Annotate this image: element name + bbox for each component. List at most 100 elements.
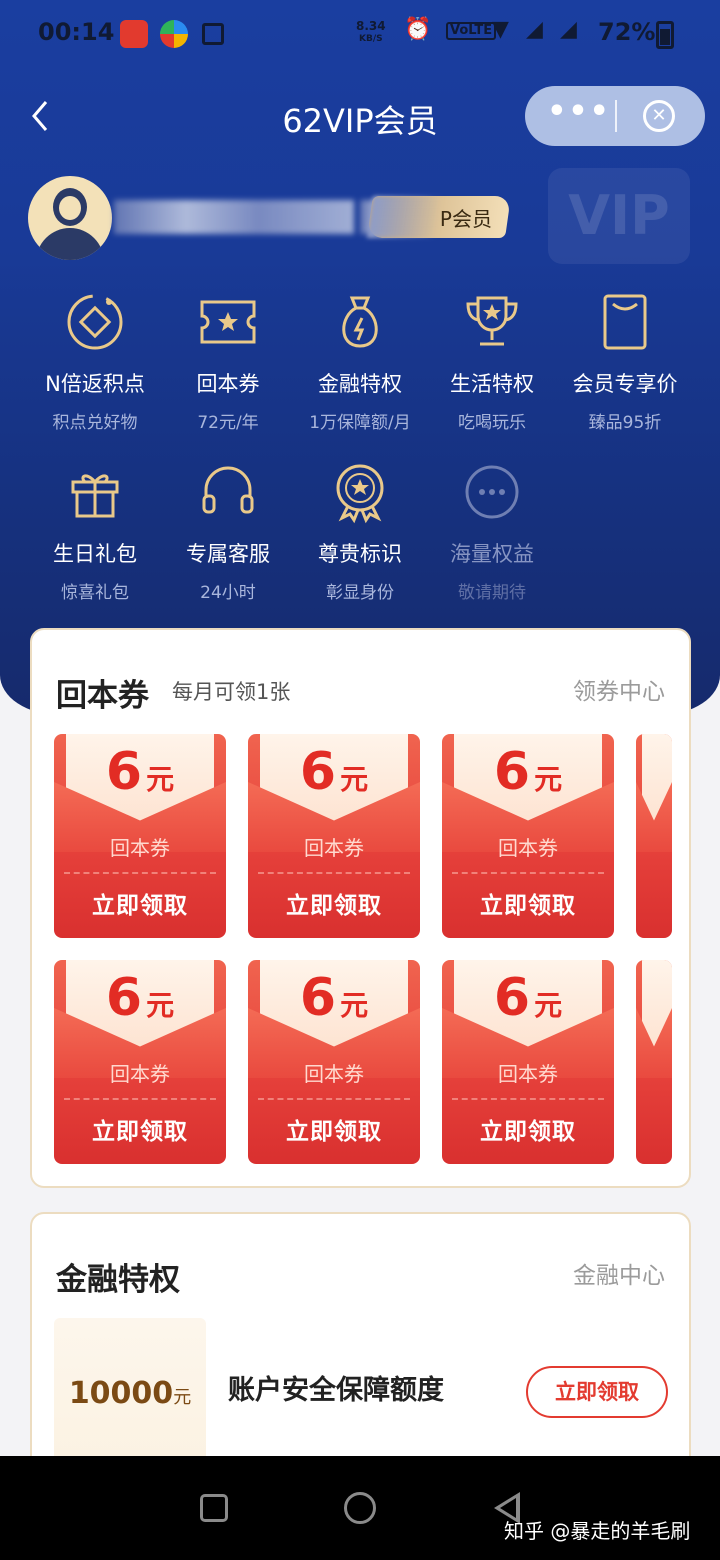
signal-icon: ◢: [526, 17, 543, 42]
claim-button[interactable]: 立即领取: [248, 886, 420, 920]
coupon-amount: 6元: [442, 742, 614, 802]
finance-amount-unit: 元: [173, 1387, 192, 1408]
coupon-amount-number: 6: [105, 968, 143, 1028]
network-speed-unit: KB/S: [359, 34, 383, 44]
coupon-center-link[interactable]: 领券中心: [573, 672, 665, 706]
coupon-card: 回本券 每月可领1张 领券中心 6元 回本券 立即领取 6元 回本券 立即领取 …: [30, 628, 691, 1188]
coupon-amount-number: 6: [493, 968, 531, 1028]
benefit-life[interactable]: 生活特权 吃喝玩乐: [422, 290, 562, 433]
coupon-section-subtitle: 每月可领1张: [172, 680, 291, 704]
claim-button[interactable]: 立即领取: [54, 886, 226, 920]
benefit-sub: 吃喝玩乐: [458, 413, 526, 433]
coupon-item[interactable]: 6元 回本券 立即领取: [54, 960, 226, 1164]
coupon-divider: [64, 872, 216, 874]
benefit-more[interactable]: 海量权益 敬请期待: [422, 460, 562, 603]
coupon-kind: 回本券: [304, 1062, 364, 1086]
capsule-divider: [615, 100, 617, 132]
vip-level-badge: P会员: [367, 196, 511, 238]
battery-icon: [656, 21, 674, 49]
coupon-item-partial[interactable]: [636, 960, 672, 1164]
avatar[interactable]: [28, 176, 112, 260]
benefit-label: 生活特权: [450, 372, 534, 396]
benefit-birthday[interactable]: 生日礼包 惊喜礼包: [25, 460, 165, 603]
coupon-amount-unit: 元: [146, 763, 175, 796]
more-dots-icon[interactable]: •••: [547, 97, 611, 130]
battery-percent: 72%: [598, 18, 656, 46]
benefit-sub: 敬请期待: [458, 583, 526, 603]
home-icon[interactable]: [344, 1492, 376, 1524]
benefit-label: 会员专享价: [572, 372, 678, 396]
alarm-icon: ⏰: [404, 17, 432, 42]
avatar-face: [59, 196, 81, 220]
benefit-sub: 惊喜礼包: [61, 583, 129, 603]
vip-watermark: VIP: [548, 168, 690, 264]
headset-icon: [196, 460, 260, 524]
coupon-divider: [452, 1098, 604, 1100]
coupon-kind: 回本券: [110, 836, 170, 860]
tag-card-icon: [593, 290, 657, 354]
coupon-amount: 6元: [442, 968, 614, 1028]
ticket-star-icon: [196, 290, 260, 354]
finance-description: 账户安全保障额度: [228, 1375, 444, 1406]
coupon-item[interactable]: 6元 回本券 立即领取: [54, 734, 226, 938]
finance-claim-button[interactable]: 立即领取: [526, 1366, 668, 1418]
benefit-badge[interactable]: 尊贵标识 彰显身份: [290, 460, 430, 603]
benefit-label: 金融特权: [318, 372, 402, 396]
mini-program-capsule: ••• ✕: [525, 86, 705, 146]
blurred-username: [114, 200, 354, 234]
coupon-item[interactable]: 6元 回本券 立即领取: [248, 734, 420, 938]
benefit-label: 生日礼包: [53, 542, 137, 566]
recent-apps-icon[interactable]: [200, 1494, 228, 1522]
network-speed: 8.34 KB/S: [356, 20, 386, 46]
claim-button[interactable]: 立即领取: [54, 1112, 226, 1146]
benefit-finance[interactable]: 金融特权 1万保障额/月: [290, 290, 430, 433]
trophy-icon: [460, 290, 524, 354]
coupon-amount-unit: 元: [340, 763, 369, 796]
coupon-item-partial[interactable]: [636, 734, 672, 938]
close-circle-icon[interactable]: ✕: [643, 100, 675, 132]
benefit-points[interactable]: N倍返积点 积点兑好物: [25, 290, 165, 433]
coupon-amount: 6元: [248, 968, 420, 1028]
coupon-divider: [258, 1098, 410, 1100]
coupon-amount: 6元: [248, 742, 420, 802]
volte-icon: VoLTE: [446, 22, 497, 40]
benefit-sub: 1万保障额/月: [309, 413, 411, 433]
source-watermark: 知乎 @暴走的羊毛刷: [504, 1519, 691, 1543]
finance-center-link[interactable]: 金融中心: [573, 1256, 665, 1290]
avatar-body: [36, 228, 104, 260]
more-circle-icon: [460, 460, 524, 524]
coupon-amount: 6元: [54, 742, 226, 802]
benefit-sub: 积点兑好物: [52, 413, 138, 433]
gallery-icon: [202, 23, 224, 45]
coupon-amount-unit: 元: [340, 989, 369, 1022]
coupon-amount: 6元: [54, 968, 226, 1028]
coupon-divider: [452, 872, 604, 874]
claim-button[interactable]: 立即领取: [442, 1112, 614, 1146]
status-bar: 00:14 8.34 KB/S ⏰ VoLTE ▼ ◢ ◢ 72%: [0, 0, 720, 70]
finance-amount: 10000元: [54, 1376, 206, 1411]
app-notification-icon: [120, 20, 148, 48]
benefit-sub: 臻品95折: [588, 413, 662, 433]
coupon-amount-number: 6: [105, 742, 143, 802]
claim-button[interactable]: 立即领取: [442, 886, 614, 920]
benefit-label: 专属客服: [186, 542, 270, 566]
claim-button[interactable]: 立即领取: [248, 1112, 420, 1146]
coupon-item[interactable]: 6元 回本券 立即领取: [442, 960, 614, 1164]
money-bag-icon: [328, 290, 392, 354]
system-navigation-bar: [0, 1456, 720, 1560]
benefit-sub: 24小时: [200, 583, 256, 603]
app-notification-icon: [160, 20, 188, 48]
wifi-icon: ▼: [492, 17, 509, 42]
coupon-amount-unit: 元: [534, 989, 563, 1022]
benefit-member-price[interactable]: 会员专享价 臻品95折: [555, 290, 695, 433]
benefit-label: 尊贵标识: [318, 542, 402, 566]
coupon-amount-number: 6: [299, 742, 337, 802]
benefit-service[interactable]: 专属客服 24小时: [158, 460, 298, 603]
coupon-item[interactable]: 6元 回本券 立即领取: [442, 734, 614, 938]
benefit-coupon[interactable]: 回本券 72元/年: [158, 290, 298, 433]
coupon-amount-unit: 元: [146, 989, 175, 1022]
coupon-amount-number: 6: [493, 742, 531, 802]
hero-header: 00:14 8.34 KB/S ⏰ VoLTE ▼ ◢ ◢ 72% 62VIP会…: [0, 0, 720, 715]
coupon-item[interactable]: 6元 回本券 立即领取: [248, 960, 420, 1164]
coupon-kind: 回本券: [498, 1062, 558, 1086]
